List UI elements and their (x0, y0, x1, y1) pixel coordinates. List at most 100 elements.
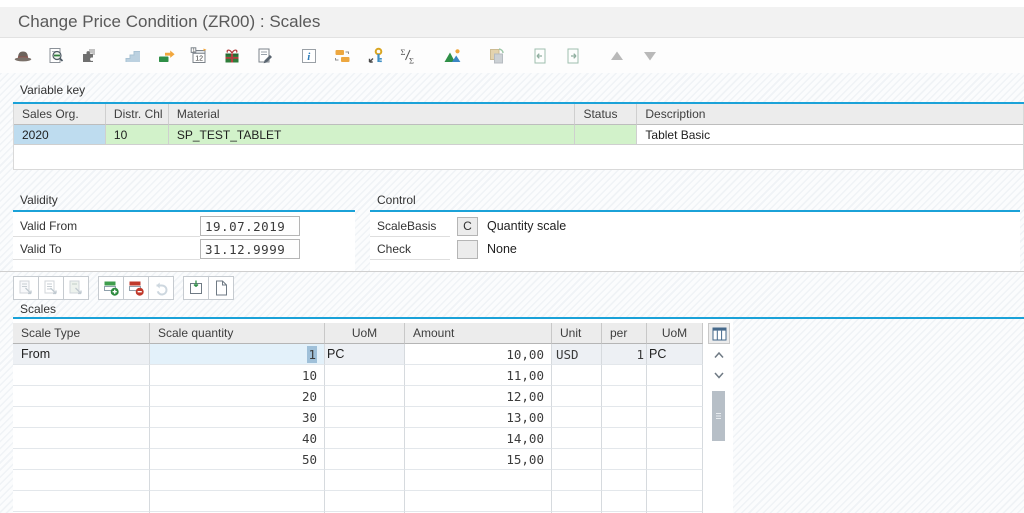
unit-cell[interactable] (552, 365, 602, 386)
per-cell[interactable] (602, 386, 647, 407)
copy-condition-button[interactable] (486, 46, 506, 66)
empty-cell[interactable] (552, 470, 602, 491)
empty-cell[interactable] (325, 470, 405, 491)
empty-cell[interactable] (325, 491, 405, 512)
unit-cell[interactable] (552, 428, 602, 449)
goto-details-button[interactable] (156, 46, 176, 66)
column-header-scale-type[interactable]: Scale Type (13, 323, 150, 344)
previous-record-button[interactable] (530, 46, 550, 66)
scale-quantity-cell[interactable]: 30 (150, 407, 325, 428)
uom-cell[interactable] (325, 365, 405, 386)
per-uom-cell[interactable] (647, 449, 703, 470)
per-cell[interactable] (602, 407, 647, 428)
empty-cell[interactable] (602, 491, 647, 512)
empty-cell[interactable] (150, 470, 325, 491)
scale-type-cell[interactable] (13, 428, 150, 449)
amount-cell[interactable]: 15,00 (405, 449, 552, 470)
unit-cell[interactable] (552, 386, 602, 407)
sales-org-value[interactable]: 2020 (14, 125, 106, 145)
empty-cell[interactable] (150, 491, 325, 512)
column-header-unit[interactable]: Unit (552, 323, 602, 344)
scale-type-cell[interactable] (13, 386, 150, 407)
column-header-per-uom[interactable]: UoM (647, 323, 703, 344)
per-cell[interactable] (602, 428, 647, 449)
per-uom-cell[interactable] (647, 365, 703, 386)
per-cell[interactable] (602, 365, 647, 386)
empty-cell[interactable] (405, 470, 552, 491)
uom-cell[interactable] (325, 428, 405, 449)
scale-quantity-cell-focused[interactable]: 1 (150, 344, 325, 365)
table-scroll-down-button[interactable] (708, 365, 730, 385)
column-header-amount[interactable]: Amount (405, 323, 552, 344)
empty-cell[interactable] (13, 491, 150, 512)
cumulative-values-button[interactable]: Σ Σ (398, 46, 418, 66)
scale-quantity-cell[interactable]: 40 (150, 428, 325, 449)
info-button[interactable]: i (299, 46, 319, 66)
new-line-button[interactable] (208, 276, 234, 300)
free-goods-button[interactable] (222, 46, 242, 66)
per-uom-cell[interactable] (647, 386, 703, 407)
undo-button[interactable] (148, 276, 174, 300)
uom-cell[interactable] (325, 386, 405, 407)
scale-quantity-cell[interactable]: 20 (150, 386, 325, 407)
per-uom-cell[interactable]: PC (647, 344, 703, 365)
select-entries-button[interactable] (13, 276, 39, 300)
analysis-button[interactable] (442, 46, 462, 66)
amount-cell[interactable]: 12,00 (405, 386, 552, 407)
scroll-down-button[interactable] (640, 46, 660, 66)
scale-quantity-cell[interactable]: 50 (150, 449, 325, 470)
scale-type-cell[interactable] (13, 365, 150, 386)
amount-cell[interactable]: 13,00 (405, 407, 552, 428)
material-value[interactable]: SP_TEST_TABLET (169, 125, 576, 145)
insert-line-button[interactable] (98, 276, 124, 300)
per-uom-cell[interactable] (647, 428, 703, 449)
copy-lines-button[interactable] (183, 276, 209, 300)
uom-cell[interactable] (325, 449, 405, 470)
scroll-up-button[interactable] (607, 46, 627, 66)
description-value[interactable]: Tablet Basic (637, 125, 1023, 145)
empty-cell[interactable] (647, 491, 703, 512)
empty-cell[interactable] (405, 491, 552, 512)
scale-quantity-cell[interactable]: 10 (150, 365, 325, 386)
scales-button[interactable] (123, 46, 143, 66)
amount-cell[interactable]: 14,00 (405, 428, 552, 449)
next-record-button[interactable] (563, 46, 583, 66)
select-block-button[interactable] (38, 276, 64, 300)
valid-to-field[interactable] (200, 239, 300, 259)
check-code-box[interactable] (457, 240, 478, 259)
status-value[interactable] (575, 125, 637, 145)
amount-cell[interactable]: 10,00 (405, 344, 552, 365)
unit-cell[interactable]: USD (552, 344, 602, 365)
valid-from-field[interactable] (200, 216, 300, 236)
empty-cell[interactable] (647, 470, 703, 491)
unit-cell[interactable] (552, 407, 602, 428)
select-all-button[interactable] (63, 276, 89, 300)
scalebasis-code-box[interactable]: C (457, 217, 478, 236)
find-record-button[interactable] (46, 46, 66, 66)
distr-chl-value[interactable]: 10 (106, 125, 169, 145)
per-uom-cell[interactable] (647, 407, 703, 428)
key-combination-button[interactable] (332, 46, 352, 66)
empty-cell[interactable] (602, 470, 647, 491)
unit-cell[interactable] (552, 449, 602, 470)
validity-periods-button[interactable]: 12 1 (189, 46, 209, 66)
column-header-uom[interactable]: UoM (325, 323, 405, 344)
amount-cell[interactable]: 11,00 (405, 365, 552, 386)
per-cell[interactable]: 1 (602, 344, 647, 365)
table-settings-button[interactable] (708, 323, 730, 344)
table-scroll-up-button[interactable] (708, 345, 730, 365)
uom-cell[interactable] (325, 407, 405, 428)
empty-cell[interactable] (13, 470, 150, 491)
texts-button[interactable] (255, 46, 275, 66)
per-cell[interactable] (602, 449, 647, 470)
uom-cell[interactable]: PC (325, 344, 405, 365)
display-change-button[interactable] (13, 46, 33, 66)
table-scrollbar-thumb[interactable] (712, 391, 725, 441)
scale-type-cell[interactable] (13, 407, 150, 428)
column-header-per[interactable]: per (602, 323, 647, 344)
condition-key-button[interactable] (365, 46, 385, 66)
column-header-scale-quantity[interactable]: Scale quantity (150, 323, 325, 344)
empty-cell[interactable] (552, 491, 602, 512)
supplement-condition-button[interactable] (79, 46, 99, 66)
scale-type-cell[interactable]: From (13, 344, 150, 365)
